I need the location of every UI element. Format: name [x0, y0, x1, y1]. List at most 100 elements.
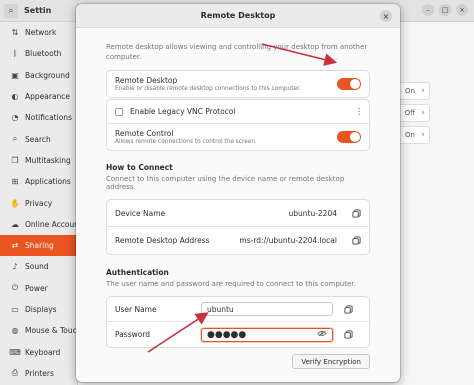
- sidebar-item-label: Applications: [25, 177, 71, 187]
- remote-control-sub: Allows remote connections to control the…: [115, 139, 257, 145]
- sidebar-item-mouse-touch[interactable]: ◍ Mouse & Touch: [0, 320, 78, 341]
- sidebar-item-label: Network: [25, 28, 57, 38]
- bluetooth-icon: ᛒ: [12, 49, 18, 59]
- settings-title: Settin: [24, 6, 52, 15]
- how-to-connect-desc: Connect to this computer using the devic…: [106, 175, 345, 191]
- copy-icon[interactable]: [343, 330, 353, 340]
- sidebar-item-label: Background: [25, 70, 70, 80]
- sidebar-item-online-account[interactable]: ☁ Online Account: [0, 214, 77, 235]
- search-icon: ⌕: [12, 134, 18, 144]
- copy-icon[interactable]: [351, 236, 361, 246]
- multitasking-icon: ❐: [11, 155, 19, 165]
- password-value: ●●●●●: [207, 329, 247, 340]
- minimize-icon[interactable]: –: [422, 4, 434, 16]
- sidebar-item-sound[interactable]: ♪ Sound: [0, 256, 77, 277]
- username-label: User Name: [115, 304, 157, 314]
- displays-icon: ▭: [11, 305, 19, 314]
- verify-encryption-button[interactable]: Verify Encryption: [292, 354, 370, 369]
- sidebar-item-label: Multitasking: [25, 155, 71, 165]
- sidebar-header: ⌕ Settin: [0, 0, 77, 22]
- address-row: Remote Desktop Address ms-rd://ubuntu-22…: [107, 227, 369, 254]
- sound-icon: ♪: [12, 262, 18, 272]
- sidebar-item-label: Mouse & Touch: [25, 326, 77, 336]
- intro-text: Remote desktop allows viewing and contro…: [106, 43, 368, 61]
- background-icon: ▣: [11, 70, 19, 80]
- device-name-row: Device Name ubuntu-2204: [107, 200, 369, 227]
- dialog-title: Remote Desktop: [200, 11, 276, 20]
- remote-control-label: Remote Control: [115, 129, 174, 138]
- remote-desktop-row: Remote Desktop Enable or disable remote …: [107, 71, 369, 97]
- close-icon[interactable]: ×: [380, 10, 392, 22]
- options-card: Enable Legacy VNC Protocol ··· Remote Co…: [106, 99, 370, 151]
- remote-desktop-toggle[interactable]: [337, 78, 361, 90]
- device-name-label: Device Name: [115, 208, 166, 218]
- sidebar-item-label: Printers: [25, 368, 54, 378]
- how-to-connect-title: How to Connect: [106, 163, 173, 172]
- remote-desktop-label: Remote Desktop: [115, 76, 178, 85]
- sidebar-item-label: Displays: [25, 305, 57, 314]
- notifications-icon: ◔: [11, 113, 19, 123]
- mouse-icon: ◍: [11, 326, 19, 336]
- legacy-vnc-label: Enable Legacy VNC Protocol: [130, 107, 236, 116]
- privacy-icon: ✋: [10, 198, 20, 208]
- sidebar-item-label: Power: [25, 283, 48, 293]
- applications-icon: ⊞: [11, 177, 19, 187]
- maximize-icon[interactable]: □: [439, 4, 451, 16]
- username-row: User Name ubuntu: [107, 297, 369, 322]
- address-label: Remote Desktop Address: [115, 236, 210, 245]
- more-options-icon[interactable]: ···: [353, 107, 363, 116]
- sidebar-item-multitasking[interactable]: ❐ Multitasking: [0, 150, 77, 171]
- sidebar-item-keyboard[interactable]: ⌨ Keyboard: [0, 341, 77, 362]
- remote-desktop-sub: Enable or disable remote desktop connect…: [115, 86, 301, 92]
- online-accounts-icon: ☁: [11, 219, 19, 229]
- sidebar-item-bluetooth[interactable]: ᛒ Bluetooth: [0, 43, 77, 64]
- sidebar-item-label: Sound: [25, 262, 49, 272]
- sidebar-item-search[interactable]: ⌕ Search: [0, 128, 77, 149]
- power-icon: ⏻: [11, 283, 19, 293]
- show-password-icon[interactable]: [317, 330, 327, 339]
- sidebar-item-notifications[interactable]: ◔ Notifications: [0, 107, 77, 128]
- device-name-value: ubuntu-2204: [288, 208, 337, 218]
- remote-desktop-card: Remote Desktop Enable or disable remote …: [106, 70, 370, 98]
- auth-card: User Name ubuntu Password ●●●●●: [106, 296, 370, 348]
- window-controls: – □ ×: [422, 4, 468, 16]
- sidebar-item-privacy[interactable]: ✋ Privacy: [0, 192, 77, 213]
- authentication-desc: The user name and password are required …: [106, 280, 356, 288]
- printers-icon: ⎙: [11, 368, 19, 378]
- sidebar-list: ⇅ Network ᛒ Bluetooth ▣ Background ◐ Appearance…: [0, 22, 77, 384]
- remote-control-toggle[interactable]: [337, 131, 361, 143]
- keyboard-icon: ⌨: [9, 347, 21, 357]
- sidebar-item-label: Notifications: [25, 113, 72, 123]
- sidebar-item-label: Appearance: [25, 92, 71, 102]
- password-label: Password: [115, 330, 151, 339]
- username-input[interactable]: ubuntu: [201, 302, 333, 316]
- sidebar-item-network[interactable]: ⇅ Network: [0, 22, 77, 43]
- password-row: Password ●●●●●: [107, 322, 369, 347]
- legacy-vnc-checkbox[interactable]: [115, 107, 123, 116]
- copy-icon[interactable]: [343, 304, 353, 314]
- remote-desktop-dialog: Remote Desktop × Remote desktop allows v…: [76, 4, 400, 382]
- network-icon: ⇅: [11, 28, 19, 38]
- password-input[interactable]: ●●●●●: [201, 327, 333, 342]
- sidebar-item-sharing[interactable]: ⇄ Sharing: [0, 234, 77, 257]
- sidebar-item-printers[interactable]: ⎙ Printers: [0, 363, 77, 384]
- copy-icon[interactable]: [351, 208, 361, 218]
- sidebar-item-label: Search: [25, 134, 51, 144]
- legacy-vnc-row: Enable Legacy VNC Protocol ···: [107, 100, 369, 124]
- close-icon[interactable]: ×: [456, 4, 468, 16]
- sidebar-item-power[interactable]: ⏻ Power: [0, 278, 77, 299]
- search-icon[interactable]: ⌕: [4, 3, 18, 18]
- sidebar-item-background[interactable]: ▣ Background: [0, 65, 77, 86]
- authentication-title: Authentication: [106, 268, 169, 277]
- sidebar-item-label: Keyboard: [25, 347, 61, 357]
- sidebar-item-label: Sharing: [25, 241, 54, 251]
- sidebar-item-displays[interactable]: ▭ Displays: [0, 299, 77, 320]
- remote-control-row: Remote Control Allows remote connections…: [107, 124, 369, 150]
- sidebar-item-label: Online Account: [25, 219, 77, 229]
- sidebar-item-label: Bluetooth: [25, 49, 62, 59]
- sidebar-item-applications[interactable]: ⊞ Applications: [0, 171, 77, 192]
- sidebar-item-appearance[interactable]: ◐ Appearance: [0, 86, 77, 107]
- sharing-icon: ⇄: [11, 241, 19, 251]
- sidebar-item-label: Privacy: [25, 198, 53, 208]
- connect-card: Device Name ubuntu-2204 Remote Desktop A…: [106, 199, 370, 255]
